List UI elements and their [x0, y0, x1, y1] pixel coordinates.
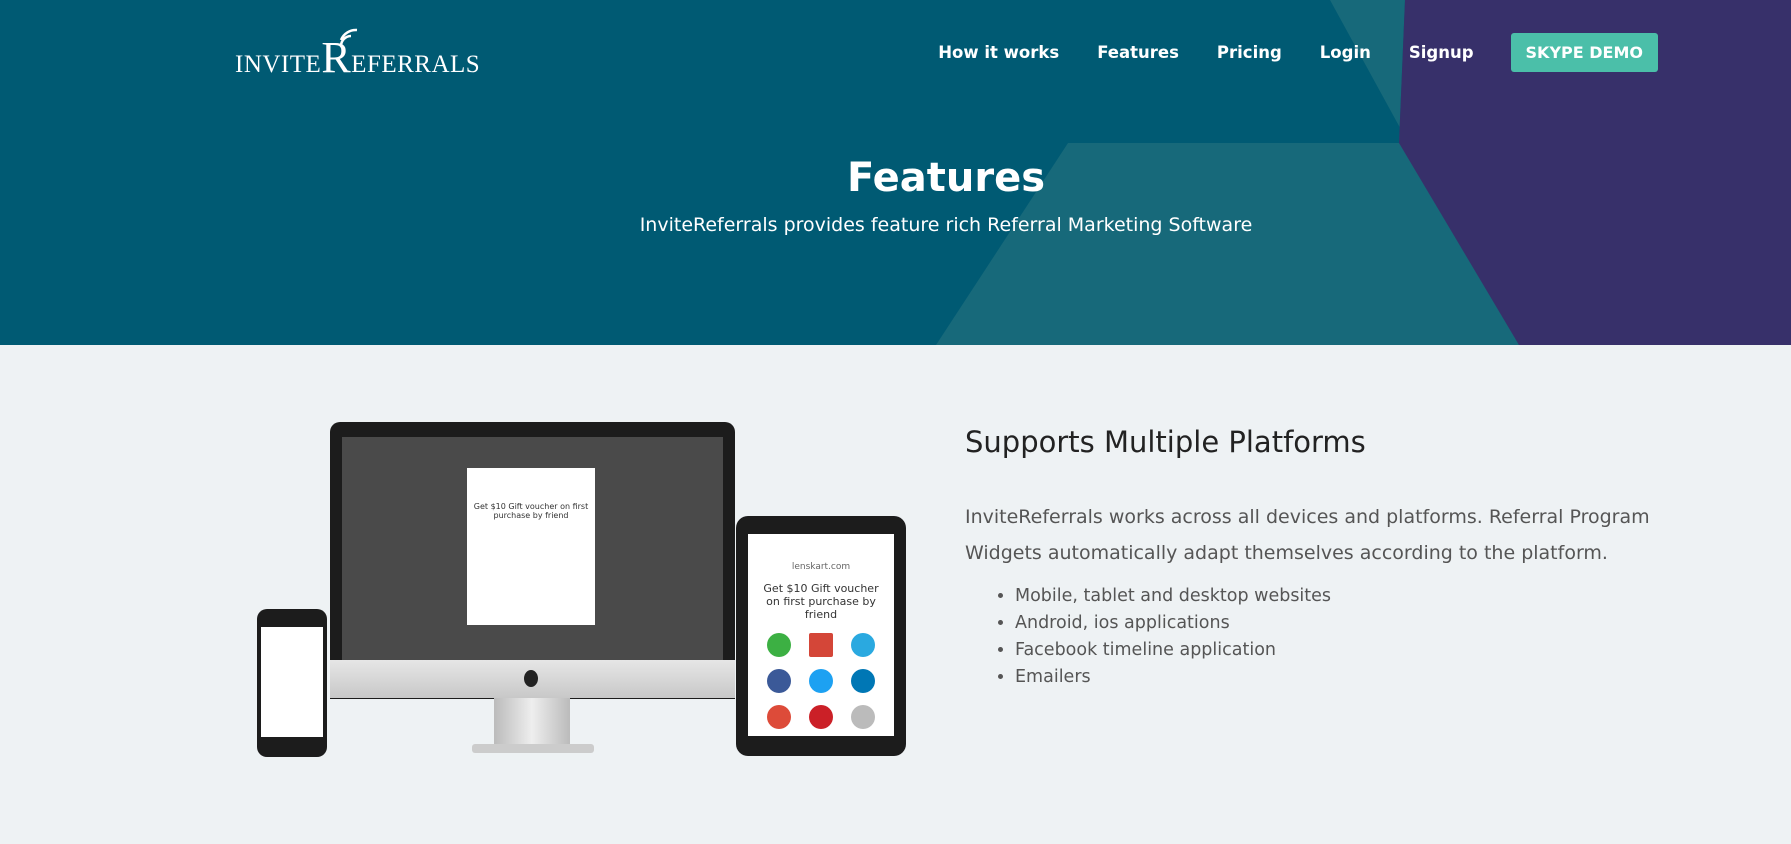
list-item: Emailers — [1015, 664, 1685, 691]
feature-heading: Supports Multiple Platforms — [965, 425, 1366, 459]
link-icon — [851, 705, 875, 729]
main-nav: How it works Features Pricing Login Sign… — [900, 33, 1658, 72]
page-title: Features — [846, 155, 1046, 201]
monitor-base — [472, 744, 594, 753]
facebook-icon — [767, 669, 791, 693]
page-subtitle: InviteReferrals provides feature rich Re… — [639, 214, 1253, 236]
skype-demo-button[interactable]: SKYPE DEMO — [1510, 33, 1658, 72]
sms-icon — [851, 633, 875, 657]
nav-features[interactable]: Features — [1097, 43, 1179, 62]
pinterest-icon — [809, 705, 833, 729]
nav-signup[interactable]: Signup — [1409, 43, 1474, 62]
monitor-stand — [494, 698, 570, 746]
logo[interactable]: INVITEREFERRALS — [235, 28, 480, 83]
hero-banner: INVITEREFERRALS How it works Features Pr… — [0, 0, 1791, 345]
tablet-widget: lenskart.com Get $10 Gift voucher on fir… — [748, 534, 894, 736]
nav-how-it-works[interactable]: How it works — [938, 43, 1059, 62]
gmail-icon — [809, 633, 833, 657]
feature-list: Mobile, tablet and desktop websites Andr… — [1015, 583, 1685, 691]
signal-icon — [339, 28, 358, 47]
feature-section: Supports Multiple Platforms InviteReferr… — [965, 425, 1685, 691]
phone-screen — [261, 627, 323, 737]
widget-offer: Get $10 Gift voucher on first purchase b… — [763, 582, 879, 621]
feature-description: InviteReferrals works across all devices… — [965, 506, 1650, 564]
linkedin-icon — [851, 669, 875, 693]
whatsapp-icon — [767, 633, 791, 657]
desktop-widget-popup: Get $10 Gift voucher on first purchase b… — [467, 468, 595, 625]
apple-logo-icon — [524, 670, 538, 687]
twitter-icon — [809, 669, 833, 693]
widget-offer: Get $10 Gift voucher on first purchase b… — [473, 502, 589, 520]
nav-login[interactable]: Login — [1320, 43, 1371, 62]
list-item: Mobile, tablet and desktop websites — [1015, 583, 1685, 610]
list-item: Android, ios applications — [1015, 610, 1685, 637]
google-plus-icon — [767, 705, 791, 729]
widget-brand: lenskart.com — [791, 562, 851, 572]
nav-pricing[interactable]: Pricing — [1217, 43, 1282, 62]
share-icons — [758, 633, 884, 729]
list-item: Facebook timeline application — [1015, 637, 1685, 664]
